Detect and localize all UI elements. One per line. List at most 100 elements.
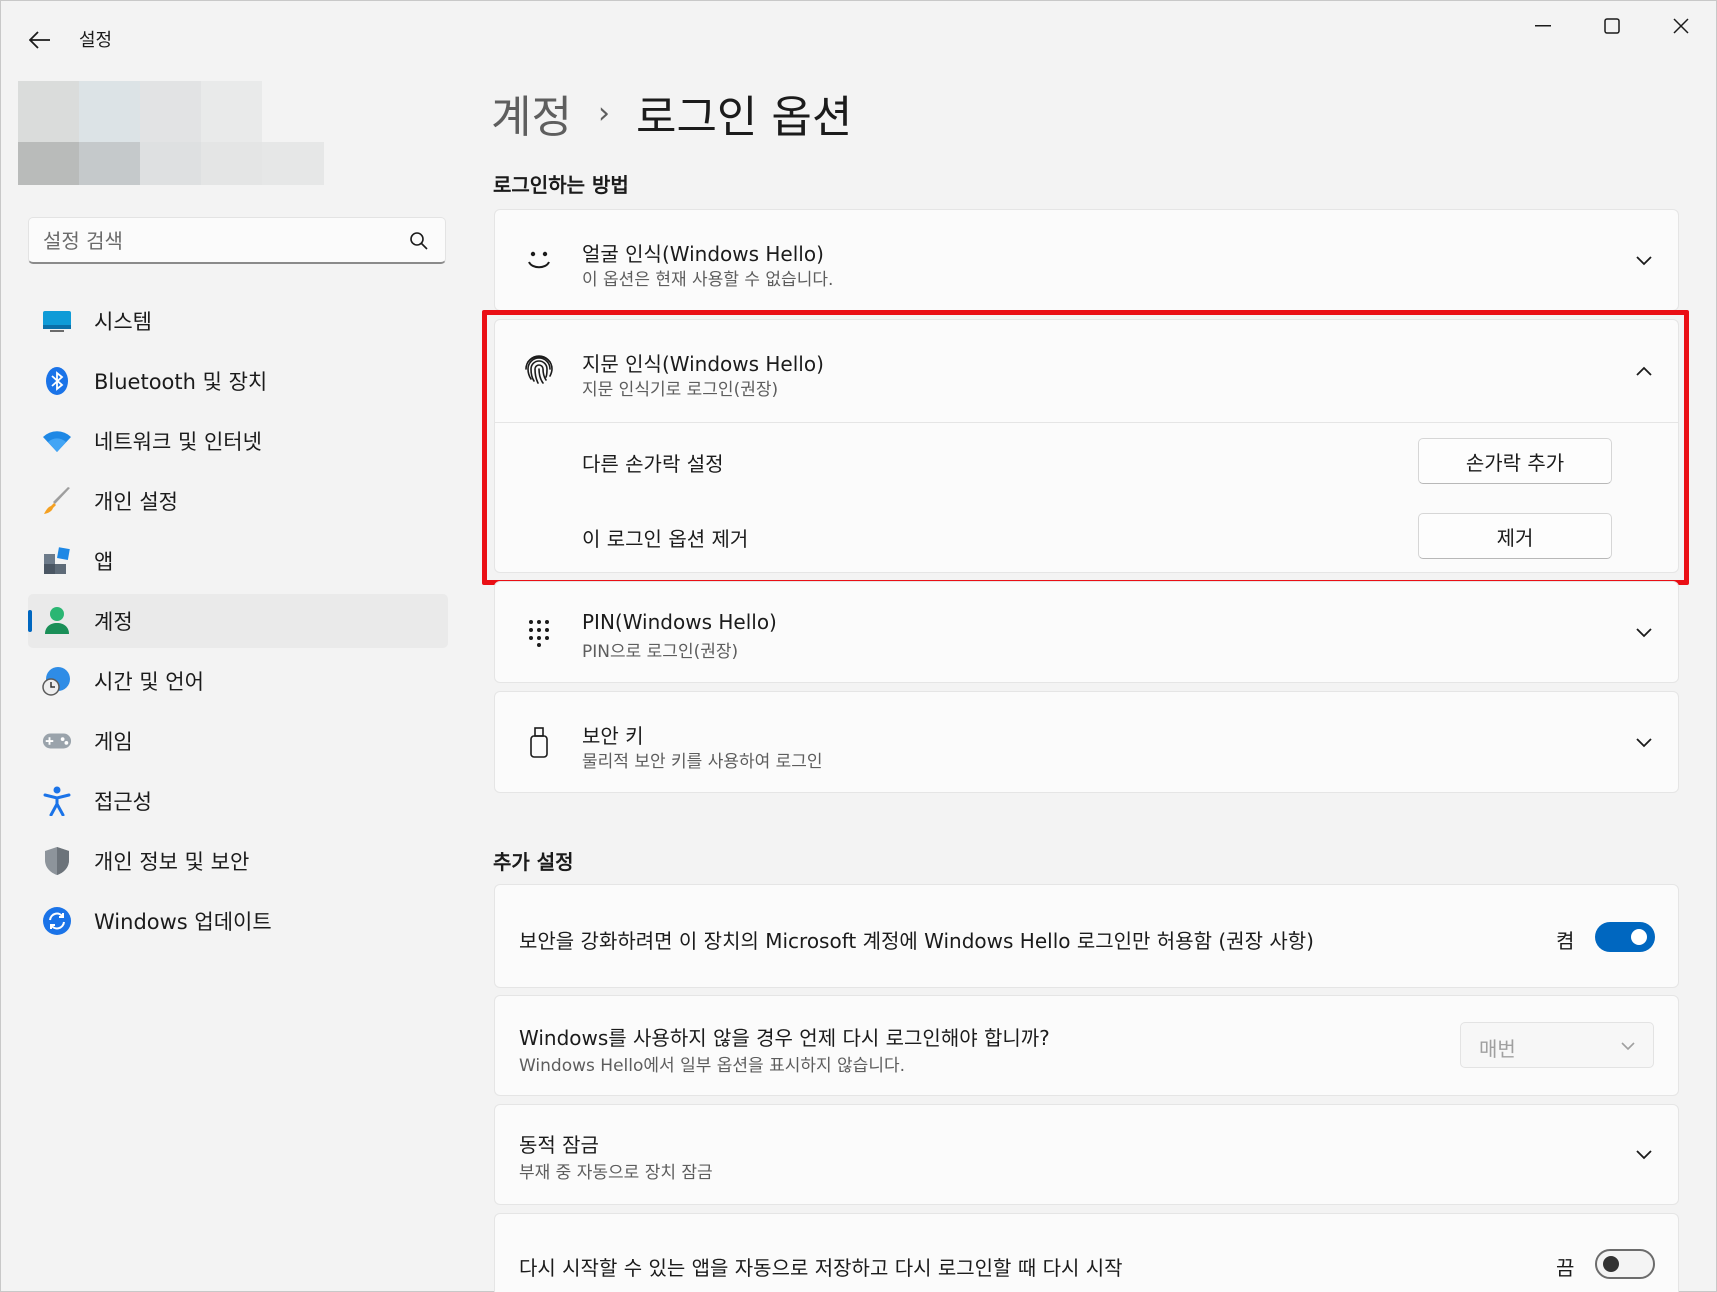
bluetooth-icon: [42, 366, 72, 396]
toggle-state-label: 켬: [1556, 929, 1575, 953]
maximize-button[interactable]: [1582, 9, 1642, 43]
require-signin-title: Windows를 사용하지 않을 경우 언제 다시 로그인해야 합니까?: [519, 1026, 1050, 1050]
shield-icon: [42, 846, 72, 876]
face-subtitle: 이 옵션은 현재 사용할 수 없습니다.: [582, 270, 834, 290]
require-signin-dropdown[interactable]: 매번: [1460, 1022, 1654, 1068]
sidebar-item-label: 계정: [94, 610, 133, 634]
dynamic-lock-subtitle: 부재 중 자동으로 장치 잠금: [519, 1163, 713, 1183]
dynamic-lock-card[interactable]: 동적 잠금 부재 중 자동으로 장치 잠금: [494, 1104, 1679, 1205]
fingerprint-title: 지문 인식(Windows Hello): [582, 352, 824, 376]
smiley-icon: [523, 245, 555, 277]
gamepad-icon: [42, 726, 72, 756]
chevron-down-icon[interactable]: [1632, 731, 1656, 755]
minimize-icon: [1535, 25, 1551, 27]
sidebar-item-personalization[interactable]: 개인 설정: [28, 474, 448, 528]
chevron-down-icon[interactable]: [1632, 249, 1656, 273]
breadcrumb-separator: ›: [597, 95, 610, 131]
search-icon[interactable]: [409, 231, 429, 251]
restart-apps-toggle[interactable]: [1595, 1249, 1655, 1279]
sidebar-item-bluetooth[interactable]: Bluetooth 및 장치: [28, 354, 448, 408]
search-input[interactable]: [43, 226, 403, 256]
chevron-down-icon[interactable]: [1632, 621, 1656, 645]
close-button[interactable]: [1651, 9, 1711, 43]
sidebar-item-label: 시간 및 언어: [94, 670, 204, 694]
fingerprint-icon: [523, 353, 555, 385]
divider: [495, 422, 1678, 423]
page-title: 로그인 옵션: [635, 92, 853, 143]
sidebar-item-network[interactable]: 네트워크 및 인터넷: [28, 414, 448, 468]
sidebar-item-label: Bluetooth 및 장치: [94, 370, 268, 394]
signin-section-title: 로그인하는 방법: [493, 173, 629, 197]
security-key-title: 보안 키: [582, 724, 644, 748]
breadcrumb-parent[interactable]: 계정: [491, 81, 572, 145]
sidebar-item-label: 게임: [94, 730, 133, 754]
pin-card[interactable]: PIN(Windows Hello) PIN으로 로그인(권장): [494, 581, 1679, 683]
breadcrumb: 계정 › 로그인 옵션: [491, 83, 852, 143]
other-finger-label: 다른 손가락 설정: [582, 452, 724, 476]
accessibility-icon: [42, 786, 72, 816]
active-indicator: [28, 610, 32, 632]
back-arrow-icon: [29, 31, 50, 49]
toggle-state-label: 끔: [1556, 1256, 1575, 1280]
sidebar-item-label: 접근성: [94, 790, 152, 814]
paintbrush-icon: [42, 486, 72, 516]
sidebar-item-privacy[interactable]: 개인 정보 및 보안: [28, 834, 448, 888]
monitor-icon: [42, 306, 72, 336]
face-recognition-card[interactable]: 얼굴 인식(Windows Hello) 이 옵션은 현재 사용할 수 없습니다…: [494, 209, 1679, 311]
settings-window: 설정 시스템: [0, 0, 1717, 1292]
minimize-button[interactable]: [1513, 9, 1573, 43]
chevron-up-icon[interactable]: [1632, 359, 1656, 383]
remove-option-label: 이 로그인 옵션 제거: [582, 527, 749, 551]
fingerprint-header[interactable]: 지문 인식(Windows Hello) 지문 인식기로 로그인(권장): [495, 320, 1678, 422]
require-signin-card: Windows를 사용하지 않을 경우 언제 다시 로그인해야 합니까? Win…: [494, 995, 1679, 1096]
update-icon: [42, 906, 72, 936]
hello-only-label: 보안을 강화하려면 이 장치의 Microsoft 계정에 Windows He…: [519, 929, 1314, 953]
sidebar-item-system[interactable]: 시스템: [28, 294, 448, 348]
require-signin-subtitle: Windows Hello에서 일부 옵션을 표시하지 않습니다.: [519, 1056, 905, 1076]
title-bar: 설정: [1, 1, 1716, 77]
sidebar-item-label: 네트워크 및 인터넷: [94, 430, 262, 454]
dynamic-lock-title: 동적 잠금: [519, 1133, 599, 1157]
sidebar-item-time-language[interactable]: 시간 및 언어: [28, 654, 448, 708]
sidebar-item-label: 시스템: [94, 310, 152, 334]
additional-section-title: 추가 설정: [493, 850, 574, 874]
pin-title: PIN(Windows Hello): [582, 610, 777, 634]
apps-icon: [42, 546, 72, 576]
keypad-icon: [523, 617, 555, 649]
pin-subtitle: PIN으로 로그인(권장): [582, 642, 739, 662]
sidebar-item-windows-update[interactable]: Windows 업데이트: [28, 894, 448, 948]
sidebar-nav: 시스템 Bluetooth 및 장치 네트워크 및 인터넷 개인 설정 앱 계정…: [28, 294, 448, 954]
hello-only-toggle[interactable]: [1595, 922, 1655, 952]
sidebar-item-label: 개인 설정: [94, 490, 178, 514]
security-key-card[interactable]: 보안 키 물리적 보안 키를 사용하여 로그인: [494, 691, 1679, 793]
usb-key-icon: [523, 727, 555, 759]
sidebar-item-label: 개인 정보 및 보안: [94, 850, 250, 874]
chevron-down-icon[interactable]: [1632, 1143, 1656, 1167]
search-box[interactable]: [28, 217, 446, 264]
wifi-icon: [42, 426, 72, 456]
sidebar-item-label: 앱: [94, 550, 114, 574]
remove-button[interactable]: 제거: [1418, 513, 1612, 559]
back-button[interactable]: [23, 23, 57, 57]
sidebar-item-gaming[interactable]: 게임: [28, 714, 448, 768]
sidebar-item-accessibility[interactable]: 접근성: [28, 774, 448, 828]
fingerprint-card: 지문 인식(Windows Hello) 지문 인식기로 로그인(권장) 다른 …: [494, 319, 1679, 573]
chevron-down-icon: [1621, 1042, 1635, 1051]
maximize-icon: [1604, 18, 1620, 34]
fingerprint-subtitle: 지문 인식기로 로그인(권장): [582, 380, 779, 400]
globe-clock-icon: [42, 666, 72, 696]
person-icon: [42, 606, 72, 636]
toggle-knob: [1631, 929, 1647, 945]
restart-apps-card: 다시 시작할 수 있는 앱을 자동으로 저장하고 다시 로그인할 때 다시 시작…: [494, 1213, 1679, 1292]
security-key-subtitle: 물리적 보안 키를 사용하여 로그인: [582, 752, 823, 772]
sidebar-item-apps[interactable]: 앱: [28, 534, 448, 588]
add-finger-button[interactable]: 손가락 추가: [1418, 438, 1612, 484]
window-title: 설정: [79, 30, 113, 51]
hello-only-card: 보안을 강화하려면 이 장치의 Microsoft 계정에 Windows He…: [494, 884, 1679, 988]
toggle-knob: [1603, 1256, 1619, 1272]
sidebar-item-accounts[interactable]: 계정: [28, 594, 448, 648]
face-title: 얼굴 인식(Windows Hello): [582, 242, 824, 266]
profile-avatar[interactable]: [18, 81, 324, 185]
sidebar-item-label: Windows 업데이트: [94, 910, 272, 934]
dropdown-value: 매번: [1479, 1037, 1516, 1061]
